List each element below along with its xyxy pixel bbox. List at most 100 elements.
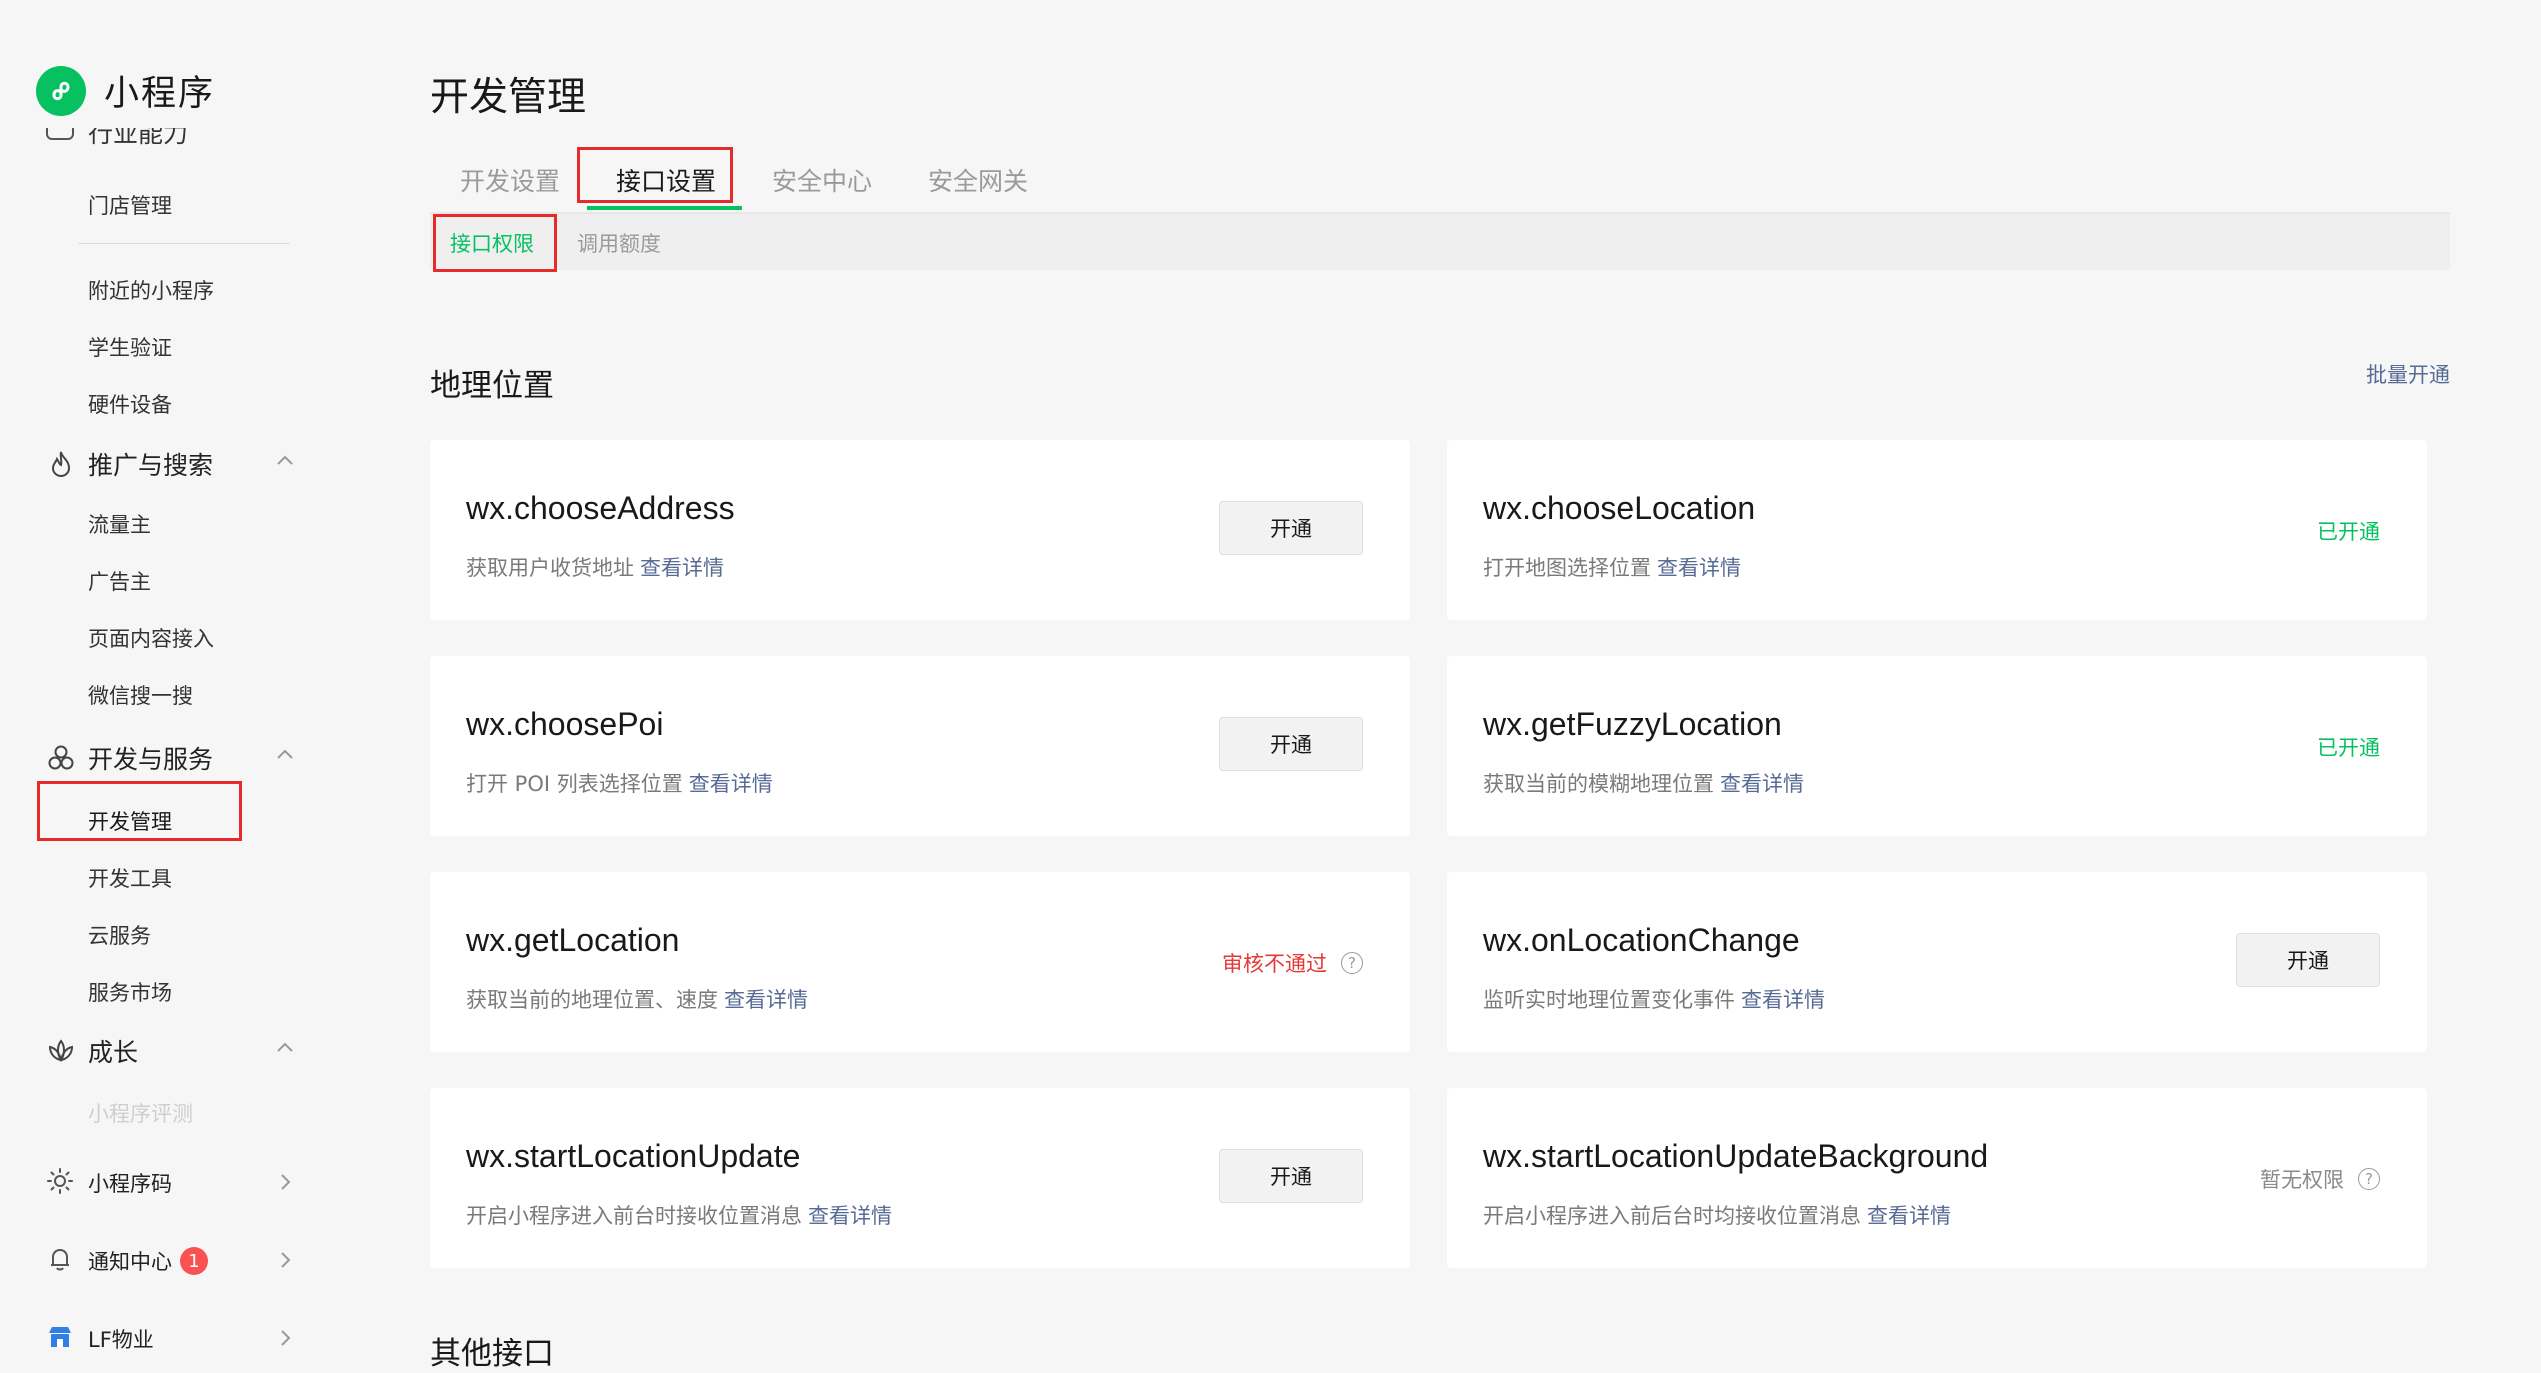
sidebar-item-cloud[interactable]: 云服务 — [88, 920, 151, 950]
api-card: wx.startLocationUpdateBackground 开启小程序进入… — [1447, 1088, 2427, 1268]
chevron-up-icon — [274, 1037, 296, 1063]
api-name: wx.onLocationChange — [1483, 922, 1800, 958]
api-name: wx.getLocation — [466, 922, 680, 958]
api-card: wx.choosePoi 打开 POI 列表选择位置 查看详情 开通 — [430, 656, 1410, 836]
active-tab-indicator — [587, 206, 742, 210]
help-icon[interactable]: ? — [1341, 952, 1363, 974]
api-description: 监听实时地理位置变化事件 查看详情 — [1483, 988, 1825, 1012]
api-card: wx.getLocation 获取当前的地理位置、速度 查看详情 审核不通过? — [430, 872, 1410, 1052]
enable-button[interactable]: 开通 — [1219, 717, 1363, 771]
api-card: wx.chooseAddress 获取用户收货地址 查看详情 开通 — [430, 440, 1410, 620]
sidebar-group-growth-label: 成长 — [88, 1038, 139, 1067]
api-description: 开启小程序进入前后台时均接收位置消息 查看详情 — [1483, 1204, 1951, 1228]
cluster-icon — [46, 743, 76, 773]
chevron-up-icon: ⌃ — [276, 128, 294, 139]
sidebar-group-dev[interactable]: 开发与服务 — [46, 738, 306, 778]
store-icon — [46, 1323, 74, 1355]
industry-icon — [46, 128, 74, 140]
api-name: wx.getFuzzyLocation — [1483, 706, 1782, 742]
tab-bar: 开发设置 接口设置 安全中心 安全网关 — [430, 150, 2450, 214]
status-rejected: 审核不通过? — [1222, 948, 1363, 978]
api-card: wx.onLocationChange 监听实时地理位置变化事件 查看详情 开通 — [1447, 872, 2427, 1052]
chevron-right-icon — [274, 1327, 296, 1353]
tab-security-center[interactable]: 安全中心 — [772, 162, 872, 198]
api-description: 打开 POI 列表选择位置 查看详情 — [466, 772, 773, 796]
sidebar-item-traffic-owner[interactable]: 流量主 — [88, 509, 151, 539]
sidebar-item-notifications-label: 通知中心 — [88, 1250, 172, 1274]
sidebar-item-evaluation[interactable]: 小程序评测 — [88, 1098, 193, 1128]
view-details-link[interactable]: 查看详情 — [640, 556, 724, 580]
api-description: 开启小程序进入前台时接收位置消息 查看详情 — [466, 1204, 892, 1228]
api-description: 获取当前的模糊地理位置 查看详情 — [1483, 772, 1804, 796]
bell-icon — [46, 1245, 74, 1277]
sidebar-item-advertiser[interactable]: 广告主 — [88, 566, 151, 596]
page-title: 开发管理 — [430, 75, 587, 120]
highlight-box-api-settings — [577, 147, 733, 203]
app-name: 小程序 — [104, 74, 216, 114]
api-name: wx.chooseLocation — [1483, 490, 1756, 526]
batch-enable-link[interactable]: 批量开通 — [2366, 359, 2450, 389]
sidebar-item-account[interactable]: LF物业 — [46, 1319, 306, 1359]
api-description: 打开地图选择位置 查看详情 — [1483, 556, 1741, 580]
view-details-link[interactable]: 查看详情 — [689, 772, 773, 796]
view-details-link[interactable]: 查看详情 — [808, 1204, 892, 1228]
api-card: wx.startLocationUpdate 开启小程序进入前台时接收位置消息查… — [430, 1088, 1410, 1268]
sidebar-group-industry-label: 行业能力 — [88, 128, 189, 148]
view-details-link[interactable]: 查看详情 — [1720, 772, 1804, 796]
app-logo[interactable]: 小程序 — [36, 65, 215, 116]
sidebar-item-dev-tools[interactable]: 开发工具 — [88, 863, 172, 893]
api-name: wx.choosePoi — [466, 706, 664, 742]
chevron-right-icon — [274, 1171, 296, 1197]
sidebar-item-account-label: LF物业 — [88, 1328, 154, 1352]
api-name: wx.startLocationUpdateBackground — [1483, 1138, 1989, 1174]
sidebar-item-nearby[interactable]: 附近的小程序 — [88, 275, 214, 305]
api-description: 获取用户收货地址 查看详情 — [466, 556, 724, 580]
sidebar-group-dev-label: 开发与服务 — [88, 745, 214, 774]
sidebar: 小程序 行业能力 ⌃ 门店管理 附近的小程序 学生验证 硬件设备 推广与搜索 流… — [0, 0, 360, 1368]
view-details-link[interactable]: 查看详情 — [1657, 556, 1741, 580]
notification-badge: 1 — [180, 1247, 208, 1275]
sidebar-item-notifications[interactable]: 通知中心 1 — [46, 1241, 306, 1281]
sidebar-item-qrcode[interactable]: 小程序码 — [46, 1163, 306, 1203]
tab-dev-settings[interactable]: 开发设置 — [460, 162, 560, 198]
sidebar-item-service-market[interactable]: 服务市场 — [88, 977, 172, 1007]
section-title-other-apis: 其他接口 — [430, 1336, 554, 1372]
sidebar-group-promo[interactable]: 推广与搜索 — [46, 444, 306, 484]
api-card: wx.chooseLocation 打开地图选择位置 查看详情 已开通 — [1447, 440, 2427, 620]
sun-icon — [46, 1167, 74, 1199]
status-no-permission: 暂无权限? — [2260, 1164, 2380, 1194]
sidebar-divider — [78, 243, 290, 244]
section-title-geolocation: 地理位置 — [430, 368, 554, 404]
chevron-up-icon — [274, 450, 296, 476]
enable-button[interactable]: 开通 — [1219, 1149, 1363, 1203]
sidebar-item-page-content[interactable]: 页面内容接入 — [88, 623, 214, 653]
api-card: wx.getFuzzyLocation 获取当前的模糊地理位置 查看详情 已开通 — [1447, 656, 2427, 836]
help-icon[interactable]: ? — [2358, 1168, 2380, 1190]
api-description: 获取当前的地理位置、速度 查看详情 — [466, 988, 808, 1012]
subtab-bar: 接口权限 调用额度 — [430, 214, 2450, 270]
status-enabled: 已开通 — [2317, 736, 2380, 760]
tab-security-gateway[interactable]: 安全网关 — [928, 162, 1028, 198]
chevron-up-icon — [274, 744, 296, 770]
sidebar-item-wechat-search[interactable]: 微信搜一搜 — [88, 680, 193, 710]
view-details-link[interactable]: 查看详情 — [1867, 1204, 1951, 1228]
lotus-icon — [46, 1036, 76, 1066]
api-name: wx.chooseAddress — [466, 490, 735, 526]
highlight-box-dev-mgmt — [37, 781, 242, 841]
api-name: wx.startLocationUpdate — [466, 1138, 801, 1174]
sidebar-group-promo-label: 推广与搜索 — [88, 451, 214, 480]
subtab-call-quota[interactable]: 调用额度 — [577, 228, 661, 258]
view-details-link[interactable]: 查看详情 — [724, 988, 808, 1012]
flame-icon — [46, 449, 76, 479]
enable-button[interactable]: 开通 — [2236, 933, 2380, 987]
sidebar-item-hardware[interactable]: 硬件设备 — [88, 389, 172, 419]
sidebar-item-store-mgmt[interactable]: 门店管理 — [88, 190, 172, 220]
enable-button[interactable]: 开通 — [1219, 501, 1363, 555]
sidebar-group-industry[interactable]: 行业能力 ⌃ — [46, 128, 296, 152]
mini-program-logo-icon — [36, 65, 86, 116]
sidebar-item-student[interactable]: 学生验证 — [88, 332, 172, 362]
highlight-box-api-permissions — [433, 214, 557, 272]
sidebar-group-growth[interactable]: 成长 — [46, 1031, 306, 1071]
view-details-link[interactable]: 查看详情 — [1741, 988, 1825, 1012]
chevron-right-icon — [274, 1249, 296, 1275]
